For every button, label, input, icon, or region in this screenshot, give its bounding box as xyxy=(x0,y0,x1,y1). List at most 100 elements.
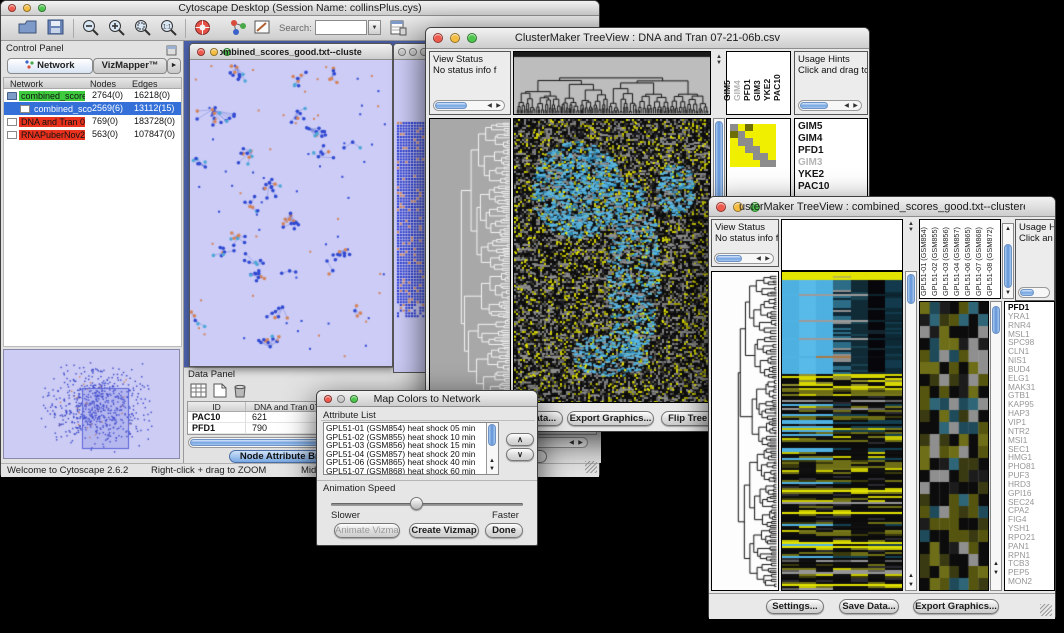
gene-label[interactable]: GIM3 xyxy=(795,157,867,169)
move-up-button[interactable]: ∧ xyxy=(506,433,534,446)
network-list-item[interactable]: combined_sco2569(6)13112(15) xyxy=(4,102,181,115)
main-title-bar[interactable]: Cytoscape Desktop (Session Name: collins… xyxy=(1,1,599,16)
close-icon[interactable] xyxy=(716,202,726,212)
scroll-left-icon[interactable]: ◀ xyxy=(567,438,576,447)
zoom-heatmap-canvas[interactable] xyxy=(919,301,989,591)
minimize-icon[interactable] xyxy=(409,48,417,56)
zoom-vscrollbar[interactable]: ▲ ▼ xyxy=(990,301,1002,591)
hints-scrollbar[interactable] xyxy=(1018,287,1050,298)
scrollbar-thumb[interactable] xyxy=(190,439,325,446)
network-canvas[interactable] xyxy=(190,60,392,366)
network-view-title-bar[interactable]: combined_scores_good.txt--cluste... xyxy=(190,44,392,60)
column-dendrogram-panel[interactable] xyxy=(781,219,903,271)
attribute-list-item[interactable]: GPL51-07 (GSM868) heat shock 60 min xyxy=(324,467,498,475)
minimize-icon[interactable] xyxy=(337,395,345,403)
search-dropdown-icon[interactable]: ▼ xyxy=(368,20,381,35)
row-dendrogram[interactable] xyxy=(711,271,779,591)
scrollbar-thumb[interactable] xyxy=(435,102,467,109)
dialog-title-bar[interactable]: Map Colors to Network xyxy=(317,391,537,407)
gene-label[interactable]: YKE2 xyxy=(795,169,867,181)
row-dendrogram[interactable] xyxy=(429,118,511,403)
scroll-down-icon[interactable]: ▼ xyxy=(991,569,1001,577)
zoom-fit-icon[interactable]: 1:1 xyxy=(159,18,179,42)
list-vscrollbar[interactable]: ▲ ▼ xyxy=(486,423,498,474)
attribute-listbox[interactable]: GPL51-01 (GSM854) heat shock 05 minGPL51… xyxy=(323,422,499,475)
scrollbar-thumb[interactable] xyxy=(800,102,828,109)
resize-grip[interactable] xyxy=(585,461,597,473)
scroll-arrows[interactable]: ▲▼ xyxy=(906,221,916,233)
gene-label[interactable]: MON2 xyxy=(1005,577,1054,586)
scroll-right-icon[interactable]: ▶ xyxy=(763,254,772,263)
treeview-button[interactable]: Save Data... xyxy=(839,599,899,614)
close-icon[interactable] xyxy=(398,48,406,56)
close-icon[interactable] xyxy=(433,33,443,43)
scrollbar-thumb[interactable] xyxy=(488,424,496,446)
treeview2-title-bar[interactable]: ClusterMaker TreeView : combined_scores_… xyxy=(709,197,1055,217)
help-lifering-icon[interactable] xyxy=(193,18,213,42)
status-scrollbar[interactable]: ◀ ▶ xyxy=(714,253,774,264)
move-down-button[interactable]: ∨ xyxy=(506,448,534,461)
annotation-icon[interactable] xyxy=(253,18,272,42)
search-options-icon[interactable] xyxy=(389,18,408,42)
status-scrollbar[interactable]: ◀ ▶ xyxy=(433,100,505,111)
gene-label[interactable]: PFD1 xyxy=(795,145,867,157)
scrollbar-thumb[interactable] xyxy=(1004,244,1012,288)
network-overview[interactable] xyxy=(3,349,180,459)
close-icon[interactable] xyxy=(324,395,332,403)
create-vizmap-button[interactable]: Create Vizmap xyxy=(409,523,479,538)
speed-slider-thumb[interactable] xyxy=(410,497,423,510)
table-column-id[interactable]: ID xyxy=(188,402,246,411)
speed-slider-track[interactable] xyxy=(331,503,523,506)
zoom-out-icon[interactable] xyxy=(81,18,101,42)
network-canvas-2[interactable] xyxy=(394,60,426,372)
scroll-up-icon[interactable]: ▲ xyxy=(991,560,1001,568)
scroll-up-icon[interactable]: ▲ xyxy=(906,572,916,580)
heatmap-canvas[interactable] xyxy=(513,118,711,403)
minimize-icon[interactable] xyxy=(210,48,218,56)
scroll-left-icon[interactable]: ◀ xyxy=(754,254,763,263)
scroll-right-icon[interactable]: ▶ xyxy=(576,438,585,447)
gene-label[interactable]: GIM5 xyxy=(795,121,867,133)
zoom-in-icon[interactable] xyxy=(107,18,127,42)
gene-label[interactable]: PAC10 xyxy=(795,181,867,193)
scroll-left-icon[interactable]: ◀ xyxy=(485,101,494,110)
resize-grip[interactable] xyxy=(1040,604,1052,616)
scroll-up-icon[interactable]: ▲ xyxy=(1003,225,1013,233)
treeview1-title-bar[interactable]: ClusterMaker TreeView : DNA and Tran 07-… xyxy=(426,28,869,49)
scroll-down-icon[interactable]: ▼ xyxy=(487,465,497,473)
scroll-arrows[interactable]: ▲▼ xyxy=(714,54,724,66)
scrollbar-thumb[interactable] xyxy=(907,274,915,304)
vizmapper-nodes-icon[interactable] xyxy=(229,18,248,42)
tab-network[interactable]: Network xyxy=(7,58,93,74)
close-icon[interactable] xyxy=(8,4,16,12)
network-list-item[interactable]: DNA and Tran 07769(0)183728(0) xyxy=(4,115,181,128)
heatmap-vscrollbar[interactable]: ▲ ▼ xyxy=(905,271,917,591)
animate-vizmap-button[interactable]: Animate Vizmap xyxy=(334,523,400,538)
minimize-icon[interactable] xyxy=(23,4,31,12)
tab-vizmapper[interactable]: VizMapper™ xyxy=(93,58,167,74)
scroll-right-icon[interactable]: ▶ xyxy=(851,101,860,110)
search-input[interactable] xyxy=(315,20,367,35)
column-dendrogram[interactable] xyxy=(513,51,711,115)
treeview-button[interactable]: Export Graphics... xyxy=(567,411,654,426)
scroll-down-icon[interactable]: ▼ xyxy=(906,581,916,589)
network-list-item[interactable]: RNAPuberNov2+563(0)107847(0) xyxy=(4,128,181,141)
hints-scrollbar[interactable]: ◀ ▶ xyxy=(798,100,862,111)
treeview-button[interactable]: Export Graphics... xyxy=(913,599,999,614)
network-list-item[interactable]: combined_scores2764(0)16218(0) xyxy=(4,89,181,102)
tab-overflow-button[interactable]: ► xyxy=(167,58,181,74)
scroll-down-icon[interactable]: ▼ xyxy=(1003,289,1013,297)
save-icon[interactable] xyxy=(46,18,65,41)
scrollbar-thumb[interactable] xyxy=(716,255,742,262)
zoom-selected-icon[interactable] xyxy=(133,18,153,42)
done-button[interactable]: Done xyxy=(485,523,523,538)
open-file-icon[interactable] xyxy=(17,18,38,41)
scroll-left-icon[interactable]: ◀ xyxy=(842,101,851,110)
network-view-2-title-bar[interactable] xyxy=(394,44,426,60)
scrollbar-thumb[interactable] xyxy=(992,306,1000,334)
scroll-up-icon[interactable]: ▲ xyxy=(487,457,497,465)
labels-vscrollbar[interactable]: ▲ ▼ xyxy=(1002,223,1014,299)
close-icon[interactable] xyxy=(197,48,205,56)
scrollbar-thumb[interactable] xyxy=(1020,289,1034,296)
scroll-right-icon[interactable]: ▶ xyxy=(494,101,503,110)
